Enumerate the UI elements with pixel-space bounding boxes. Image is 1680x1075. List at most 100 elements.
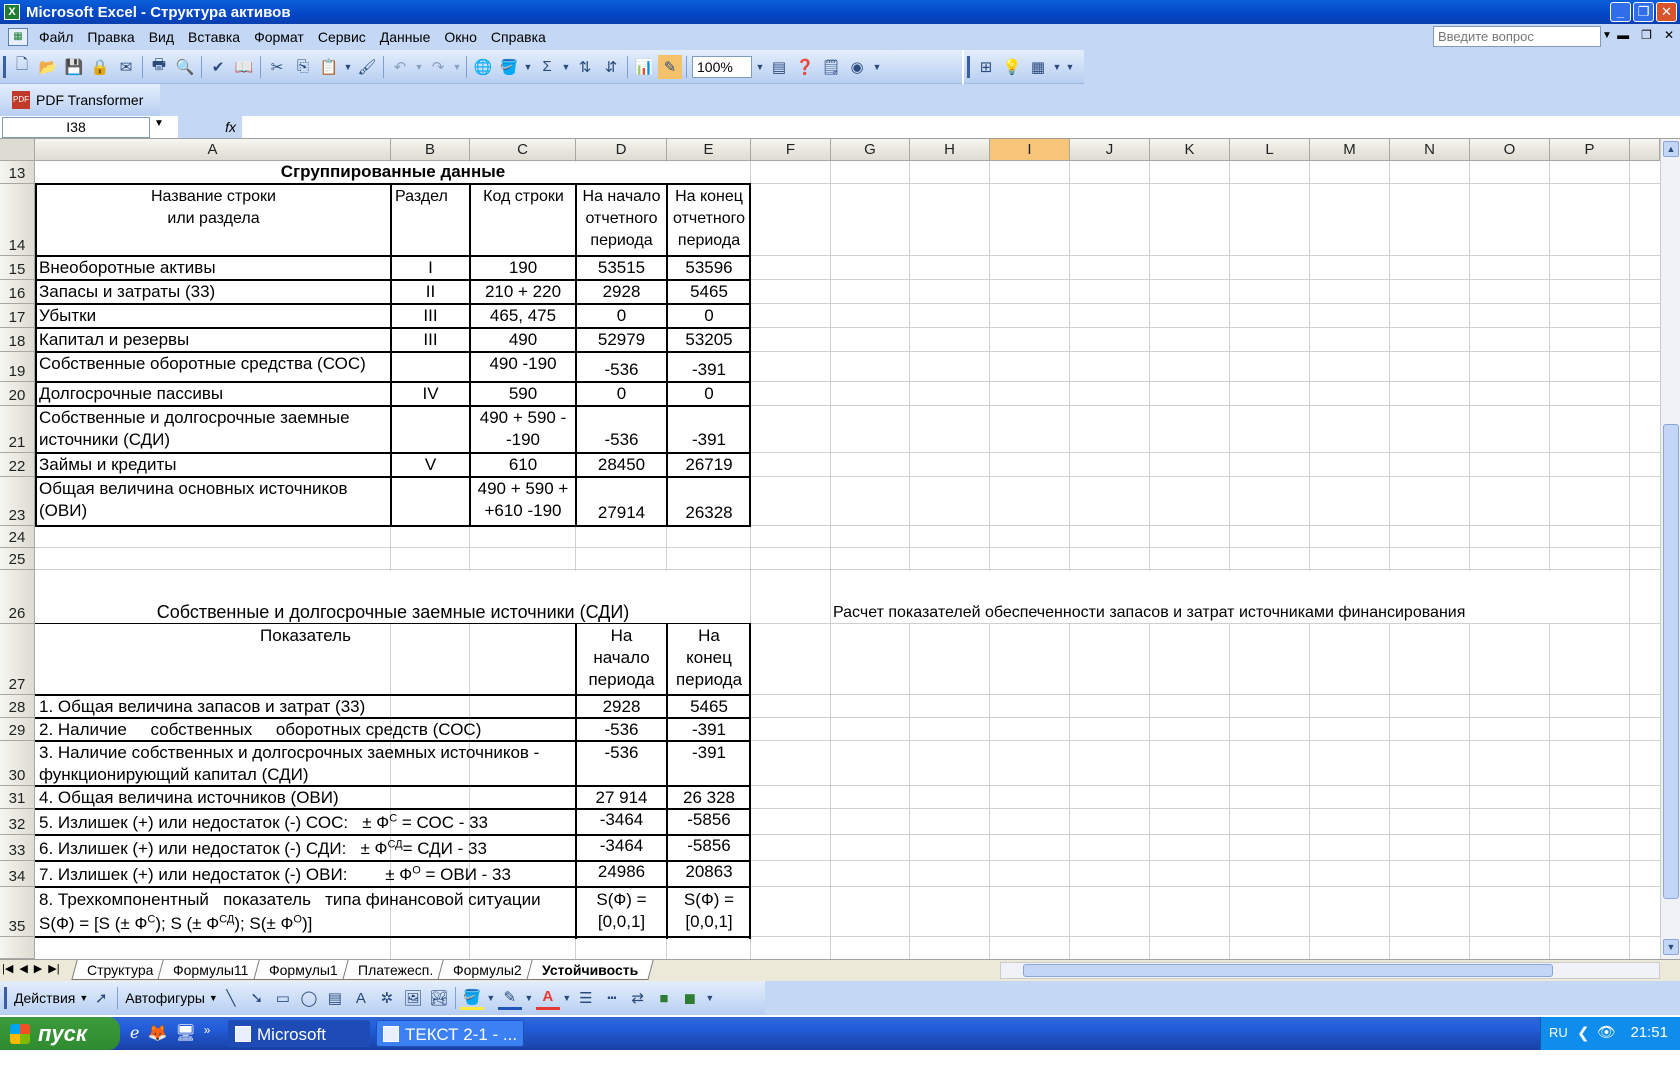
firefox-icon[interactable]: 🦊: [147, 1023, 167, 1043]
row-header-33[interactable]: 33: [0, 835, 35, 861]
t2-r34-end[interactable]: 20863: [668, 861, 750, 883]
column-header-c[interactable]: C: [470, 139, 576, 161]
row-header-13[interactable]: 13: [0, 161, 35, 184]
sheet-tab-liquidity[interactable]: Платежесп.: [341, 960, 449, 980]
sheet-tab-formulas11[interactable]: Формулы11: [157, 960, 265, 980]
autosum-dropdown-icon[interactable]: ▼: [561, 55, 571, 79]
menu-window[interactable]: Окно: [437, 29, 484, 45]
undo-dropdown-icon[interactable]: ▼: [414, 55, 424, 79]
line-color-dropdown-icon[interactable]: ▼: [524, 986, 534, 1010]
t2-r35-end-2[interactable]: [0,0,1]: [668, 911, 750, 933]
t2-r35-start-2[interactable]: [0,0,1]: [577, 911, 666, 933]
format-painter-icon[interactable]: 🖌: [355, 55, 379, 79]
t1-r23-code-1[interactable]: 490 + 590 +: [471, 478, 575, 500]
paste-dropdown-icon[interactable]: ▼: [343, 55, 353, 79]
last-sheet-icon[interactable]: ▶|: [48, 962, 59, 975]
row-header-25[interactable]: 25: [0, 548, 35, 570]
language-indicator[interactable]: RU: [1549, 1025, 1568, 1040]
t1-r21-name-2[interactable]: источники (СДИ): [39, 429, 389, 451]
select-objects-icon[interactable]: ➚: [89, 986, 113, 1010]
insert-function-button[interactable]: fx: [178, 116, 242, 138]
fill-color-draw-icon[interactable]: 🪣: [459, 986, 484, 1010]
t2-r31-name[interactable]: 4. Общая величина источников (ОВИ): [39, 787, 574, 809]
clipart-icon[interactable]: 🖼: [401, 986, 425, 1010]
t2-r28-end[interactable]: 5465: [668, 696, 750, 718]
start-button[interactable]: пуск: [0, 1017, 120, 1050]
line-icon[interactable]: ╲: [219, 986, 243, 1010]
t2-r30-start[interactable]: -536: [577, 742, 666, 764]
row-header-18[interactable]: 18: [0, 328, 35, 352]
t1-r17-start[interactable]: 0: [577, 305, 666, 327]
undo-icon[interactable]: ↶: [388, 55, 412, 79]
t2-r35-name-2[interactable]: S(Ф) = [S (± ФС); S (± ФСД); S(± ФО)]: [39, 913, 574, 935]
scroll-down-icon[interactable]: ▼: [1663, 939, 1679, 955]
t1-r23-name-2[interactable]: (ОВИ): [39, 500, 389, 522]
fill-color-icon[interactable]: 🪣: [497, 55, 521, 79]
t1-r20-code[interactable]: 590: [471, 383, 575, 405]
scroll-up-icon[interactable]: ▲: [1663, 141, 1679, 157]
t2-r35-name-1[interactable]: 8. Трехкомпонентный показатель типа фина…: [39, 889, 574, 911]
research-icon[interactable]: 📖: [232, 55, 256, 79]
autoshapes-dropdown-icon[interactable]: ▼: [209, 993, 218, 1003]
lightbulb-icon[interactable]: 💡: [1000, 55, 1024, 79]
row-header-23[interactable]: 23: [0, 477, 35, 526]
paste-icon[interactable]: 📋: [317, 55, 341, 79]
t2-r31-end[interactable]: 26 328: [668, 787, 750, 809]
print-preview-icon[interactable]: 🔍: [173, 55, 197, 79]
worksheet-grid[interactable]: A B C D E F G H I J K L M N O P 13 14 15…: [0, 139, 1660, 959]
column-header-q[interactable]: [1630, 139, 1660, 161]
print-icon[interactable]: 🖶: [147, 55, 171, 79]
column-header-d[interactable]: D: [576, 139, 667, 161]
tray-app-icon[interactable]: 👁: [1597, 1023, 1616, 1041]
menu-help[interactable]: Справка: [484, 29, 553, 45]
borders-icon[interactable]: ⊞: [974, 55, 998, 79]
menu-data[interactable]: Данные: [373, 29, 438, 45]
row-header-20[interactable]: 20: [0, 382, 35, 406]
column-header-e[interactable]: E: [667, 139, 751, 161]
column-header-h[interactable]: H: [910, 139, 990, 161]
row-header-26[interactable]: 26: [0, 570, 35, 624]
task-excel[interactable]: Microsoft Exc...: [228, 1020, 370, 1071]
ie-icon[interactable]: ℯ: [130, 1023, 139, 1043]
row-header-22[interactable]: 22: [0, 453, 35, 477]
minimize-button[interactable]: _: [1610, 2, 1631, 22]
redo-icon[interactable]: ↷: [426, 55, 450, 79]
t1-r15-code[interactable]: 190: [471, 257, 575, 279]
shadow-icon[interactable]: ■: [652, 986, 676, 1010]
t1-r22-name[interactable]: Займы и кредиты: [39, 454, 389, 476]
fill-dropdown-icon[interactable]: ▼: [523, 55, 533, 79]
row-header-34[interactable]: 34: [0, 861, 35, 887]
t1-r15-name[interactable]: Внеоборотные активы: [39, 257, 389, 279]
t1-r18-section[interactable]: III: [392, 329, 469, 351]
t1-r20-section[interactable]: IV: [392, 383, 469, 405]
t1-r19-code[interactable]: 490 -190: [471, 353, 575, 375]
t1-r17-end[interactable]: 0: [668, 305, 750, 327]
t2-r33-end[interactable]: -5856: [668, 835, 750, 857]
column-header-k[interactable]: K: [1150, 139, 1230, 161]
t1-r15-section[interactable]: I: [392, 257, 469, 279]
t1-r17-code[interactable]: 465, 475: [471, 305, 575, 327]
row-header-30[interactable]: 30: [0, 741, 35, 786]
menu-file[interactable]: Файл: [32, 29, 80, 45]
row-header-31[interactable]: 31: [0, 786, 35, 809]
quicklaunch-more-icon[interactable]: »: [204, 1023, 211, 1043]
t1-r23-code-2[interactable]: +610 -190: [471, 500, 575, 522]
hyperlink-icon[interactable]: 🌐: [471, 55, 495, 79]
borders-dropdown-icon[interactable]: ▼: [1052, 55, 1062, 79]
t1-r23-start[interactable]: 27914: [577, 502, 666, 524]
doc-minimize-icon[interactable]: ▬: [1617, 28, 1629, 42]
t1-r23-name-1[interactable]: Общая величина основных источников: [39, 478, 389, 500]
row-header-29[interactable]: 29: [0, 718, 35, 741]
drawbar-options-icon[interactable]: ▼: [704, 986, 716, 1010]
vertical-scrollbar[interactable]: ▲ ▼: [1660, 139, 1680, 959]
doc-restore-icon[interactable]: ❐: [1641, 28, 1652, 42]
row-header-32[interactable]: 32: [0, 809, 35, 835]
t2-r30-name-2[interactable]: функционирующий капитал (СДИ): [39, 764, 574, 786]
tray-expand-icon[interactable]: ❮: [1577, 1024, 1590, 1042]
row-header-17[interactable]: 17: [0, 304, 35, 328]
cut-icon[interactable]: ✂: [265, 55, 289, 79]
vertical-scroll-thumb[interactable]: [1663, 424, 1679, 899]
column-header-b[interactable]: B: [391, 139, 470, 161]
workbook-icon[interactable]: ▦: [8, 28, 28, 46]
t1-r22-start[interactable]: 28450: [577, 454, 666, 476]
